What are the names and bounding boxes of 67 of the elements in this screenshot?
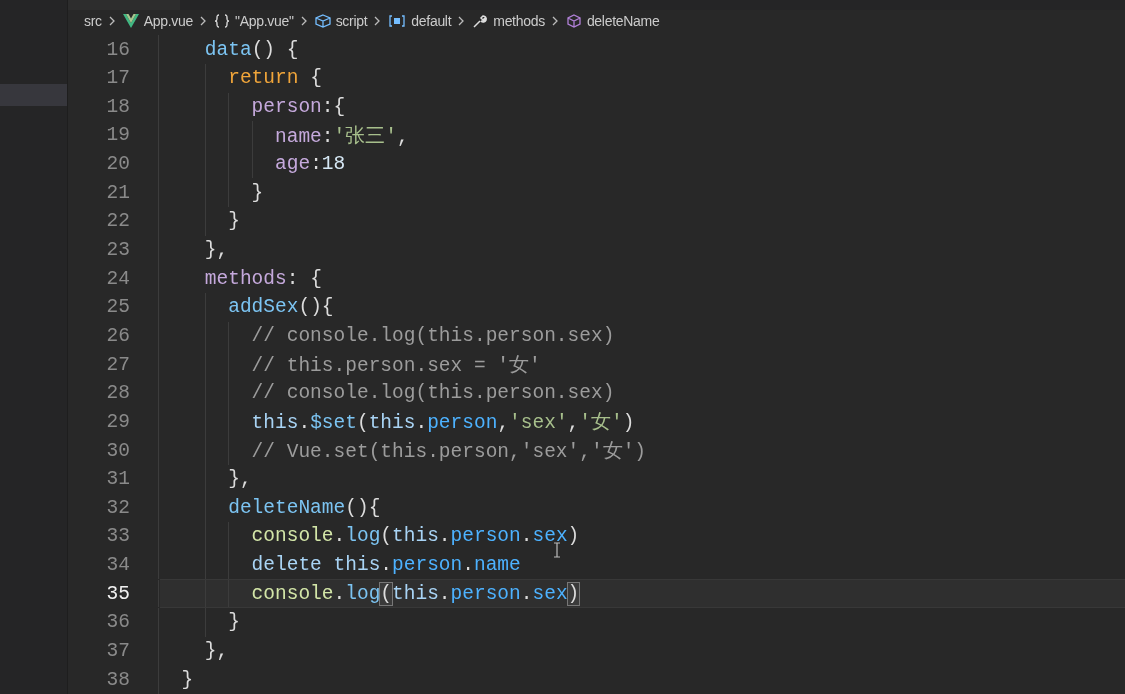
code-line: },	[203, 640, 229, 662]
code-line: addSex(){	[227, 296, 334, 319]
code-line: }	[250, 181, 264, 204]
breadcrumb-item[interactable]: "App.vue"	[235, 12, 294, 29]
line-number: 34	[105, 554, 130, 577]
line-number: 29	[105, 410, 130, 433]
chevron-icon	[108, 15, 116, 26]
line-number: 24	[105, 267, 130, 290]
code-line: },	[203, 239, 229, 262]
code-line: // Vue.set(this.person,'sex','女')	[250, 440, 647, 465]
line-number: 30	[105, 439, 130, 462]
chevron-icon	[458, 15, 466, 26]
line-number: 27	[105, 353, 130, 376]
breadcrumb-item[interactable]: default	[411, 12, 452, 29]
breadcrumb-item[interactable]: src	[84, 12, 102, 29]
code-line: this.$set(this.person,'sex','女')	[250, 411, 635, 436]
code-line: console.log(this.person.sex)	[250, 582, 580, 605]
line-number: 17	[105, 67, 130, 90]
code-line: delete this.person.name	[250, 554, 521, 577]
code-line: person:{	[250, 95, 346, 118]
selected-item-highlight	[0, 84, 67, 106]
cube-icon	[314, 13, 331, 28]
code-line: deleteName(){	[227, 496, 381, 519]
line-number: 37	[105, 640, 130, 662]
code-line: name:'张三',	[274, 124, 409, 149]
line-number: 31	[105, 468, 130, 491]
line-number: 38	[105, 668, 130, 691]
chevron-icon	[551, 15, 559, 26]
breadcrumb-item[interactable]: script	[335, 12, 368, 29]
line-number: 23	[105, 239, 130, 262]
code-line: }	[227, 611, 240, 634]
breadcrumb-item[interactable]: methods	[493, 12, 545, 29]
code-line: },	[227, 468, 252, 491]
chevron-icon	[200, 15, 208, 26]
line-number: 25	[105, 296, 130, 319]
code-line: // this.person.sex = '女'	[250, 354, 541, 379]
code-line: age:18	[274, 153, 346, 176]
code-line: // console.log(this.person.sex)	[250, 324, 615, 347]
line-number: 33	[105, 525, 130, 548]
chevron-icon	[300, 15, 308, 26]
line-number: 20	[105, 153, 130, 176]
line-number: 22	[105, 210, 130, 233]
code-line: data() {	[203, 38, 299, 61]
line-number: 21	[105, 181, 130, 204]
line-number: 19	[105, 124, 130, 147]
line-number: 26	[105, 324, 130, 347]
cube-icon	[565, 13, 582, 28]
line-number: 32	[105, 496, 130, 519]
code-line: }	[227, 210, 240, 233]
code-line: console.log(this.person.sex)	[250, 525, 580, 548]
variable-icon	[388, 13, 407, 28]
code-line: methods: {	[203, 267, 322, 290]
breadcrumb-item[interactable]: App.vue	[143, 12, 194, 29]
chevron-icon	[374, 15, 382, 26]
line-number: 18	[105, 95, 130, 118]
code-line: // console.log(this.person.sex)	[250, 382, 615, 405]
code-line: }	[180, 668, 194, 691]
breadcrumb-item[interactable]: deleteName	[586, 12, 660, 29]
wrench-icon	[472, 13, 489, 28]
line-number: 36	[105, 611, 130, 634]
line-number: 35	[105, 582, 130, 605]
braces-icon	[214, 13, 231, 28]
line-number: 28	[105, 382, 130, 405]
text-cursor-icon	[553, 542, 561, 558]
vue-logo-icon	[122, 13, 139, 28]
code-line: return {	[227, 67, 322, 90]
line-number: 16	[105, 38, 130, 61]
